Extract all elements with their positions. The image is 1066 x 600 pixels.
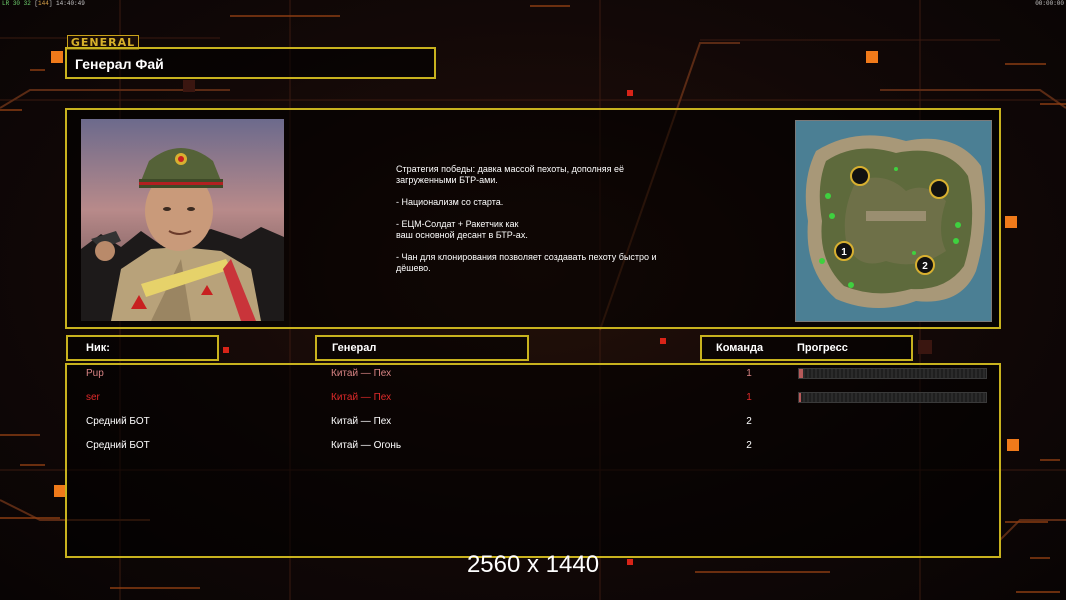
start-position-marker: 1 bbox=[841, 247, 847, 258]
decor-square bbox=[866, 51, 878, 63]
general-info-panel: Стратегия победы: давка массой пехоты, д… bbox=[65, 108, 1001, 329]
general-portrait bbox=[81, 119, 284, 321]
players-list: Pup Китай — Пех 1 ser Китай — Пех 1 Сред… bbox=[65, 363, 1001, 558]
player-team: 2 bbox=[746, 440, 752, 451]
loading-progress-fill bbox=[799, 369, 803, 378]
player-row: Средний БОТ Китай — Пех 2 bbox=[67, 413, 1003, 433]
decor-square bbox=[223, 347, 229, 353]
column-header-general: Генерал bbox=[315, 335, 529, 361]
player-nick: Средний БОТ bbox=[86, 416, 150, 427]
loading-progress-bar bbox=[798, 392, 987, 403]
column-header-progress-label: Прогресс bbox=[797, 342, 848, 354]
loading-progress-fill bbox=[799, 393, 801, 402]
player-row: Pup Китай — Пех 1 bbox=[67, 365, 1003, 385]
fps-counter: LR 30 32 [144] 14:40:49 bbox=[2, 0, 85, 7]
strategy-description: Стратегия победы: давка массой пехоты, д… bbox=[396, 164, 716, 285]
player-army: Китай — Пех bbox=[331, 368, 392, 379]
player-team: 1 bbox=[746, 368, 752, 379]
decor-square bbox=[183, 80, 195, 92]
decor-square bbox=[660, 338, 666, 344]
strategy-paragraph: - ЕЦМ-Солдат + Ракетчик как ваш основной… bbox=[396, 219, 528, 240]
player-row: Средний БОТ Китай — Огонь 2 bbox=[67, 437, 1003, 457]
player-nick: Средний БОТ bbox=[86, 440, 150, 451]
player-row: ser Китай — Пех 1 bbox=[67, 389, 1003, 409]
strategy-paragraph: Стратегия победы: давка массой пехоты, д… bbox=[396, 164, 625, 185]
strategy-paragraph: - Национализм со старта. bbox=[396, 197, 504, 207]
general-title: Генерал Фай bbox=[75, 56, 164, 72]
column-header-nick: Ник: bbox=[66, 335, 219, 361]
column-header-general-label: Генерал bbox=[332, 342, 377, 354]
player-team: 2 bbox=[746, 416, 752, 427]
player-army: Китай — Огонь bbox=[331, 440, 402, 451]
player-army: Китай — Пех bbox=[331, 416, 392, 427]
game-clock: 00:00:00 bbox=[1035, 0, 1064, 7]
column-header-nick-label: Ник: bbox=[86, 342, 110, 354]
decor-square bbox=[1007, 439, 1019, 451]
strategy-paragraph: - Чан для клонирования позволяет создава… bbox=[396, 252, 657, 273]
decor-square bbox=[627, 90, 633, 96]
player-nick: ser bbox=[86, 392, 100, 403]
column-header-team-progress: Команда Прогресс bbox=[700, 335, 913, 361]
general-title-box: Генерал Фай bbox=[65, 47, 436, 79]
decor-square bbox=[1005, 216, 1017, 228]
player-nick: Pup bbox=[86, 368, 104, 379]
player-army: Китай — Пех bbox=[331, 392, 392, 403]
map-preview: 1 2 bbox=[795, 120, 992, 322]
player-team: 1 bbox=[746, 392, 752, 403]
column-header-team-label: Команда bbox=[716, 342, 764, 354]
decor-square bbox=[51, 51, 63, 63]
decor-square bbox=[918, 340, 932, 354]
resolution-label: 2560 x 1440 bbox=[466, 551, 600, 578]
start-position-marker: 2 bbox=[922, 261, 928, 272]
loading-progress-bar bbox=[798, 368, 987, 379]
